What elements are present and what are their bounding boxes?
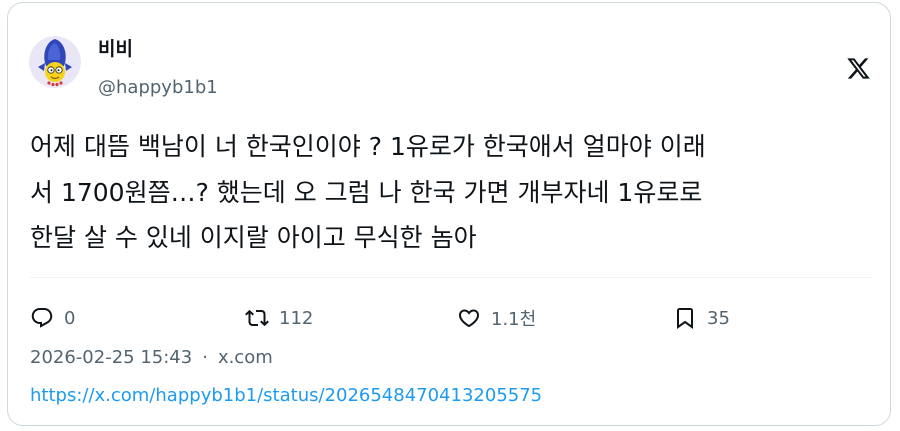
tweet-meta: 2026-02-25 15:43 · x.com bbox=[30, 346, 273, 370]
avatar-image bbox=[29, 36, 81, 88]
x-logo-icon[interactable] bbox=[846, 56, 871, 81]
timestamp[interactable]: 2026-02-25 15:43 bbox=[30, 347, 192, 368]
user-handle[interactable]: @happyb1b1 bbox=[98, 76, 218, 100]
divider bbox=[30, 277, 873, 278]
reply-icon bbox=[30, 306, 54, 330]
source-label[interactable]: x.com bbox=[218, 347, 273, 368]
reply-count: 0 bbox=[64, 307, 76, 329]
tweet-text: 어제 대뜸 백남이 너 한국인이야 ? 1유로가 한국애서 얼마야 이래 서 1… bbox=[30, 132, 706, 252]
bookmark-count: 35 bbox=[707, 307, 730, 329]
meta-separator: · bbox=[202, 347, 208, 368]
retweet-count: 112 bbox=[279, 307, 314, 329]
retweet-button[interactable]: 112 bbox=[245, 302, 313, 334]
reply-button[interactable]: 0 bbox=[30, 302, 75, 334]
heart-icon bbox=[457, 306, 481, 330]
like-count: 1.1천 bbox=[491, 309, 537, 330]
like-button[interactable]: 1.1천 bbox=[457, 302, 536, 334]
bookmark-icon bbox=[673, 306, 697, 330]
tweet-card: 비비 @happyb1b1 어제 대뜸 백남이 너 한국인이야 ? 1유로가 한… bbox=[7, 2, 891, 426]
retweet-icon bbox=[245, 306, 269, 330]
permalink-link[interactable]: https://x.com/happyb1b1/status/202654847… bbox=[30, 384, 542, 408]
bookmark-button[interactable]: 35 bbox=[673, 302, 730, 334]
display-name[interactable]: 비비 bbox=[98, 36, 133, 62]
avatar[interactable] bbox=[29, 36, 81, 88]
